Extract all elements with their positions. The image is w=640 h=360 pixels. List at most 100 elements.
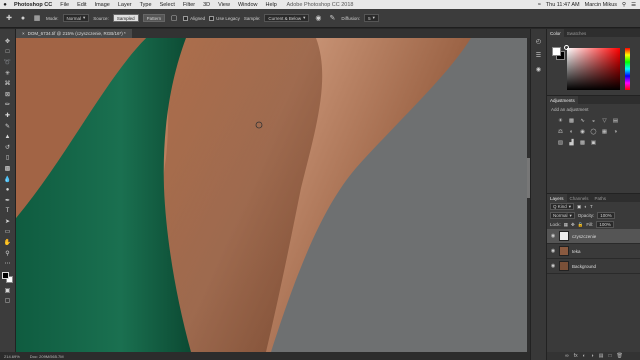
search-icon[interactable]: ⚲ bbox=[622, 2, 626, 8]
aligned-checkbox[interactable]: Aligned bbox=[183, 15, 205, 21]
fill-field[interactable]: 100% bbox=[596, 221, 614, 228]
wifi-icon[interactable]: ≈ bbox=[538, 2, 541, 8]
tab-layers[interactable]: Layers bbox=[547, 194, 567, 202]
gradient-map-icon[interactable]: ▩ bbox=[579, 139, 586, 146]
filter-type-icon[interactable]: T bbox=[590, 204, 593, 209]
menu-3d[interactable]: 3D bbox=[199, 2, 214, 8]
tab-paths[interactable]: Paths bbox=[592, 194, 610, 202]
menu-help[interactable]: Help bbox=[262, 2, 281, 8]
clone-stamp-tool-icon[interactable]: ▲ bbox=[3, 132, 13, 141]
menu-filter[interactable]: Filter bbox=[179, 2, 199, 8]
exposure-icon[interactable]: ◒ bbox=[590, 117, 597, 124]
add-mask-icon[interactable]: ◐ bbox=[583, 353, 586, 359]
menu-list-icon[interactable]: ☰ bbox=[631, 2, 636, 8]
new-adjustment-icon[interactable]: ◑ bbox=[591, 353, 594, 359]
eyedropper-tool-icon[interactable]: ✏ bbox=[3, 101, 13, 110]
levels-icon[interactable]: ▩ bbox=[568, 117, 575, 124]
color-swatches[interactable] bbox=[1, 272, 14, 284]
color-picker-field[interactable] bbox=[567, 48, 620, 90]
user-name[interactable]: Marcin Mikus bbox=[585, 2, 617, 8]
menu-image[interactable]: Image bbox=[91, 2, 114, 8]
photo-canvas[interactable] bbox=[16, 38, 530, 352]
delete-layer-icon[interactable]: 🗑 bbox=[616, 353, 622, 359]
photo-filter-icon[interactable]: ◉ bbox=[579, 128, 586, 135]
healing-brush-tool-icon[interactable]: ✚ bbox=[3, 111, 13, 120]
lock-all-icon[interactable]: 🔒 bbox=[578, 222, 584, 228]
pen-tool-icon[interactable]: ✒ bbox=[3, 196, 13, 205]
quick-mask-icon[interactable]: ▣ bbox=[3, 286, 13, 295]
visibility-eye-icon[interactable]: ◉ bbox=[550, 248, 556, 254]
panel-foreground-color[interactable] bbox=[552, 47, 561, 56]
clock[interactable]: Thu 11:47 AM bbox=[546, 2, 580, 8]
hue-slider[interactable] bbox=[625, 48, 630, 90]
lock-pixels-icon[interactable]: ▦ bbox=[564, 222, 568, 228]
blend-mode-select[interactable]: Normal ▾ bbox=[550, 212, 575, 219]
menu-select[interactable]: Select bbox=[156, 2, 179, 8]
brush-preset-icon[interactable]: ● bbox=[18, 13, 28, 23]
document-canvas[interactable] bbox=[16, 38, 530, 352]
document-tab[interactable]: × DOM_6734.tif @ 215% (czyszczenie, RGB/… bbox=[16, 29, 132, 38]
move-tool-icon[interactable]: ✥ bbox=[3, 37, 13, 46]
pressure-icon[interactable]: ✎ bbox=[327, 13, 337, 23]
layer-row[interactable]: ◉ Background bbox=[547, 259, 640, 274]
rectangle-tool-icon[interactable]: ▭ bbox=[3, 228, 13, 237]
apple-menu-icon[interactable]: ● bbox=[0, 2, 10, 8]
menu-layer[interactable]: Layer bbox=[114, 2, 136, 8]
frame-tool-icon[interactable]: ⊠ bbox=[3, 90, 13, 99]
hue-saturation-icon[interactable]: ▤ bbox=[612, 117, 619, 124]
healing-brush-tool-icon[interactable]: ✚ bbox=[4, 13, 14, 23]
filter-adjust-icon[interactable]: ◐ bbox=[584, 204, 587, 209]
menu-file[interactable]: File bbox=[56, 2, 73, 8]
tab-channels[interactable]: Channels bbox=[567, 194, 592, 202]
screen-mode-icon[interactable]: ▢ bbox=[3, 297, 13, 306]
menu-app[interactable]: Photoshop CC bbox=[10, 2, 56, 8]
lock-position-icon[interactable]: ✥ bbox=[571, 222, 575, 228]
sampled-button[interactable]: Sampled bbox=[112, 14, 139, 22]
path-select-tool-icon[interactable]: ➤ bbox=[3, 217, 13, 226]
ignore-adjustment-icon[interactable]: ◉ bbox=[313, 13, 323, 23]
channel-mixer-icon[interactable]: ◯ bbox=[590, 128, 597, 135]
brush-tool-icon[interactable]: ✎ bbox=[3, 122, 13, 131]
sample-select[interactable]: Current & Below ▾ bbox=[264, 14, 310, 22]
kind-filter-select[interactable]: Q Kind ▾ bbox=[550, 203, 575, 210]
diffusion-select[interactable]: 5 ▾ bbox=[364, 14, 379, 22]
menu-window[interactable]: Window bbox=[234, 2, 262, 8]
foreground-color-swatch[interactable] bbox=[1, 272, 9, 280]
lasso-tool-icon[interactable]: ➰ bbox=[3, 58, 13, 67]
gradient-tool-icon[interactable]: ▩ bbox=[3, 164, 13, 173]
tab-swatches[interactable]: Swatches bbox=[564, 29, 590, 37]
zoom-level[interactable]: 214.69% bbox=[4, 354, 20, 359]
properties-panel-icon[interactable]: ☰ bbox=[534, 51, 543, 60]
visibility-eye-icon[interactable]: ◉ bbox=[550, 263, 556, 269]
layer-style-icon[interactable]: fx bbox=[574, 353, 578, 359]
more-tools-icon[interactable]: ⋯ bbox=[3, 259, 13, 268]
brush-settings-icon[interactable]: ▦ bbox=[32, 13, 42, 23]
menu-type[interactable]: Type bbox=[136, 2, 156, 8]
black-white-icon[interactable]: ◐ bbox=[568, 128, 575, 135]
quick-select-tool-icon[interactable]: ✳ bbox=[3, 69, 13, 78]
marquee-tool-icon[interactable]: □ bbox=[3, 48, 13, 57]
pattern-swatch-icon[interactable]: ▢ bbox=[169, 13, 179, 23]
visibility-eye-icon[interactable]: ◉ bbox=[550, 233, 556, 239]
curves-icon[interactable]: ∿ bbox=[579, 117, 586, 124]
type-tool-icon[interactable]: T bbox=[3, 207, 13, 216]
dodge-tool-icon[interactable]: ● bbox=[3, 185, 13, 194]
layer-row[interactable]: ◉ teka bbox=[547, 244, 640, 259]
opacity-field[interactable]: 100% bbox=[597, 212, 615, 219]
brightness-icon[interactable]: ☀ bbox=[557, 117, 564, 124]
menu-edit[interactable]: Edit bbox=[73, 2, 90, 8]
tab-color[interactable]: Color bbox=[547, 29, 564, 37]
new-layer-icon[interactable]: □ bbox=[608, 353, 611, 359]
libraries-panel-icon[interactable]: ◉ bbox=[534, 65, 543, 74]
history-brush-tool-icon[interactable]: ↺ bbox=[3, 143, 13, 152]
color-lookup-icon[interactable]: ▦ bbox=[601, 128, 608, 135]
tab-adjustments[interactable]: Adjustments bbox=[547, 96, 578, 104]
posterize-icon[interactable]: ▨ bbox=[557, 139, 564, 146]
mode-select[interactable]: Normal ▾ bbox=[62, 14, 90, 22]
history-panel-icon[interactable]: ◴ bbox=[534, 37, 543, 46]
zoom-tool-icon[interactable]: ⚲ bbox=[3, 249, 13, 258]
selective-color-icon[interactable]: ▣ bbox=[590, 139, 597, 146]
crop-tool-icon[interactable]: ⌘ bbox=[3, 79, 13, 88]
threshold-icon[interactable]: ▟ bbox=[568, 139, 575, 146]
layer-row[interactable]: ◉ czyszczenie bbox=[547, 229, 640, 244]
